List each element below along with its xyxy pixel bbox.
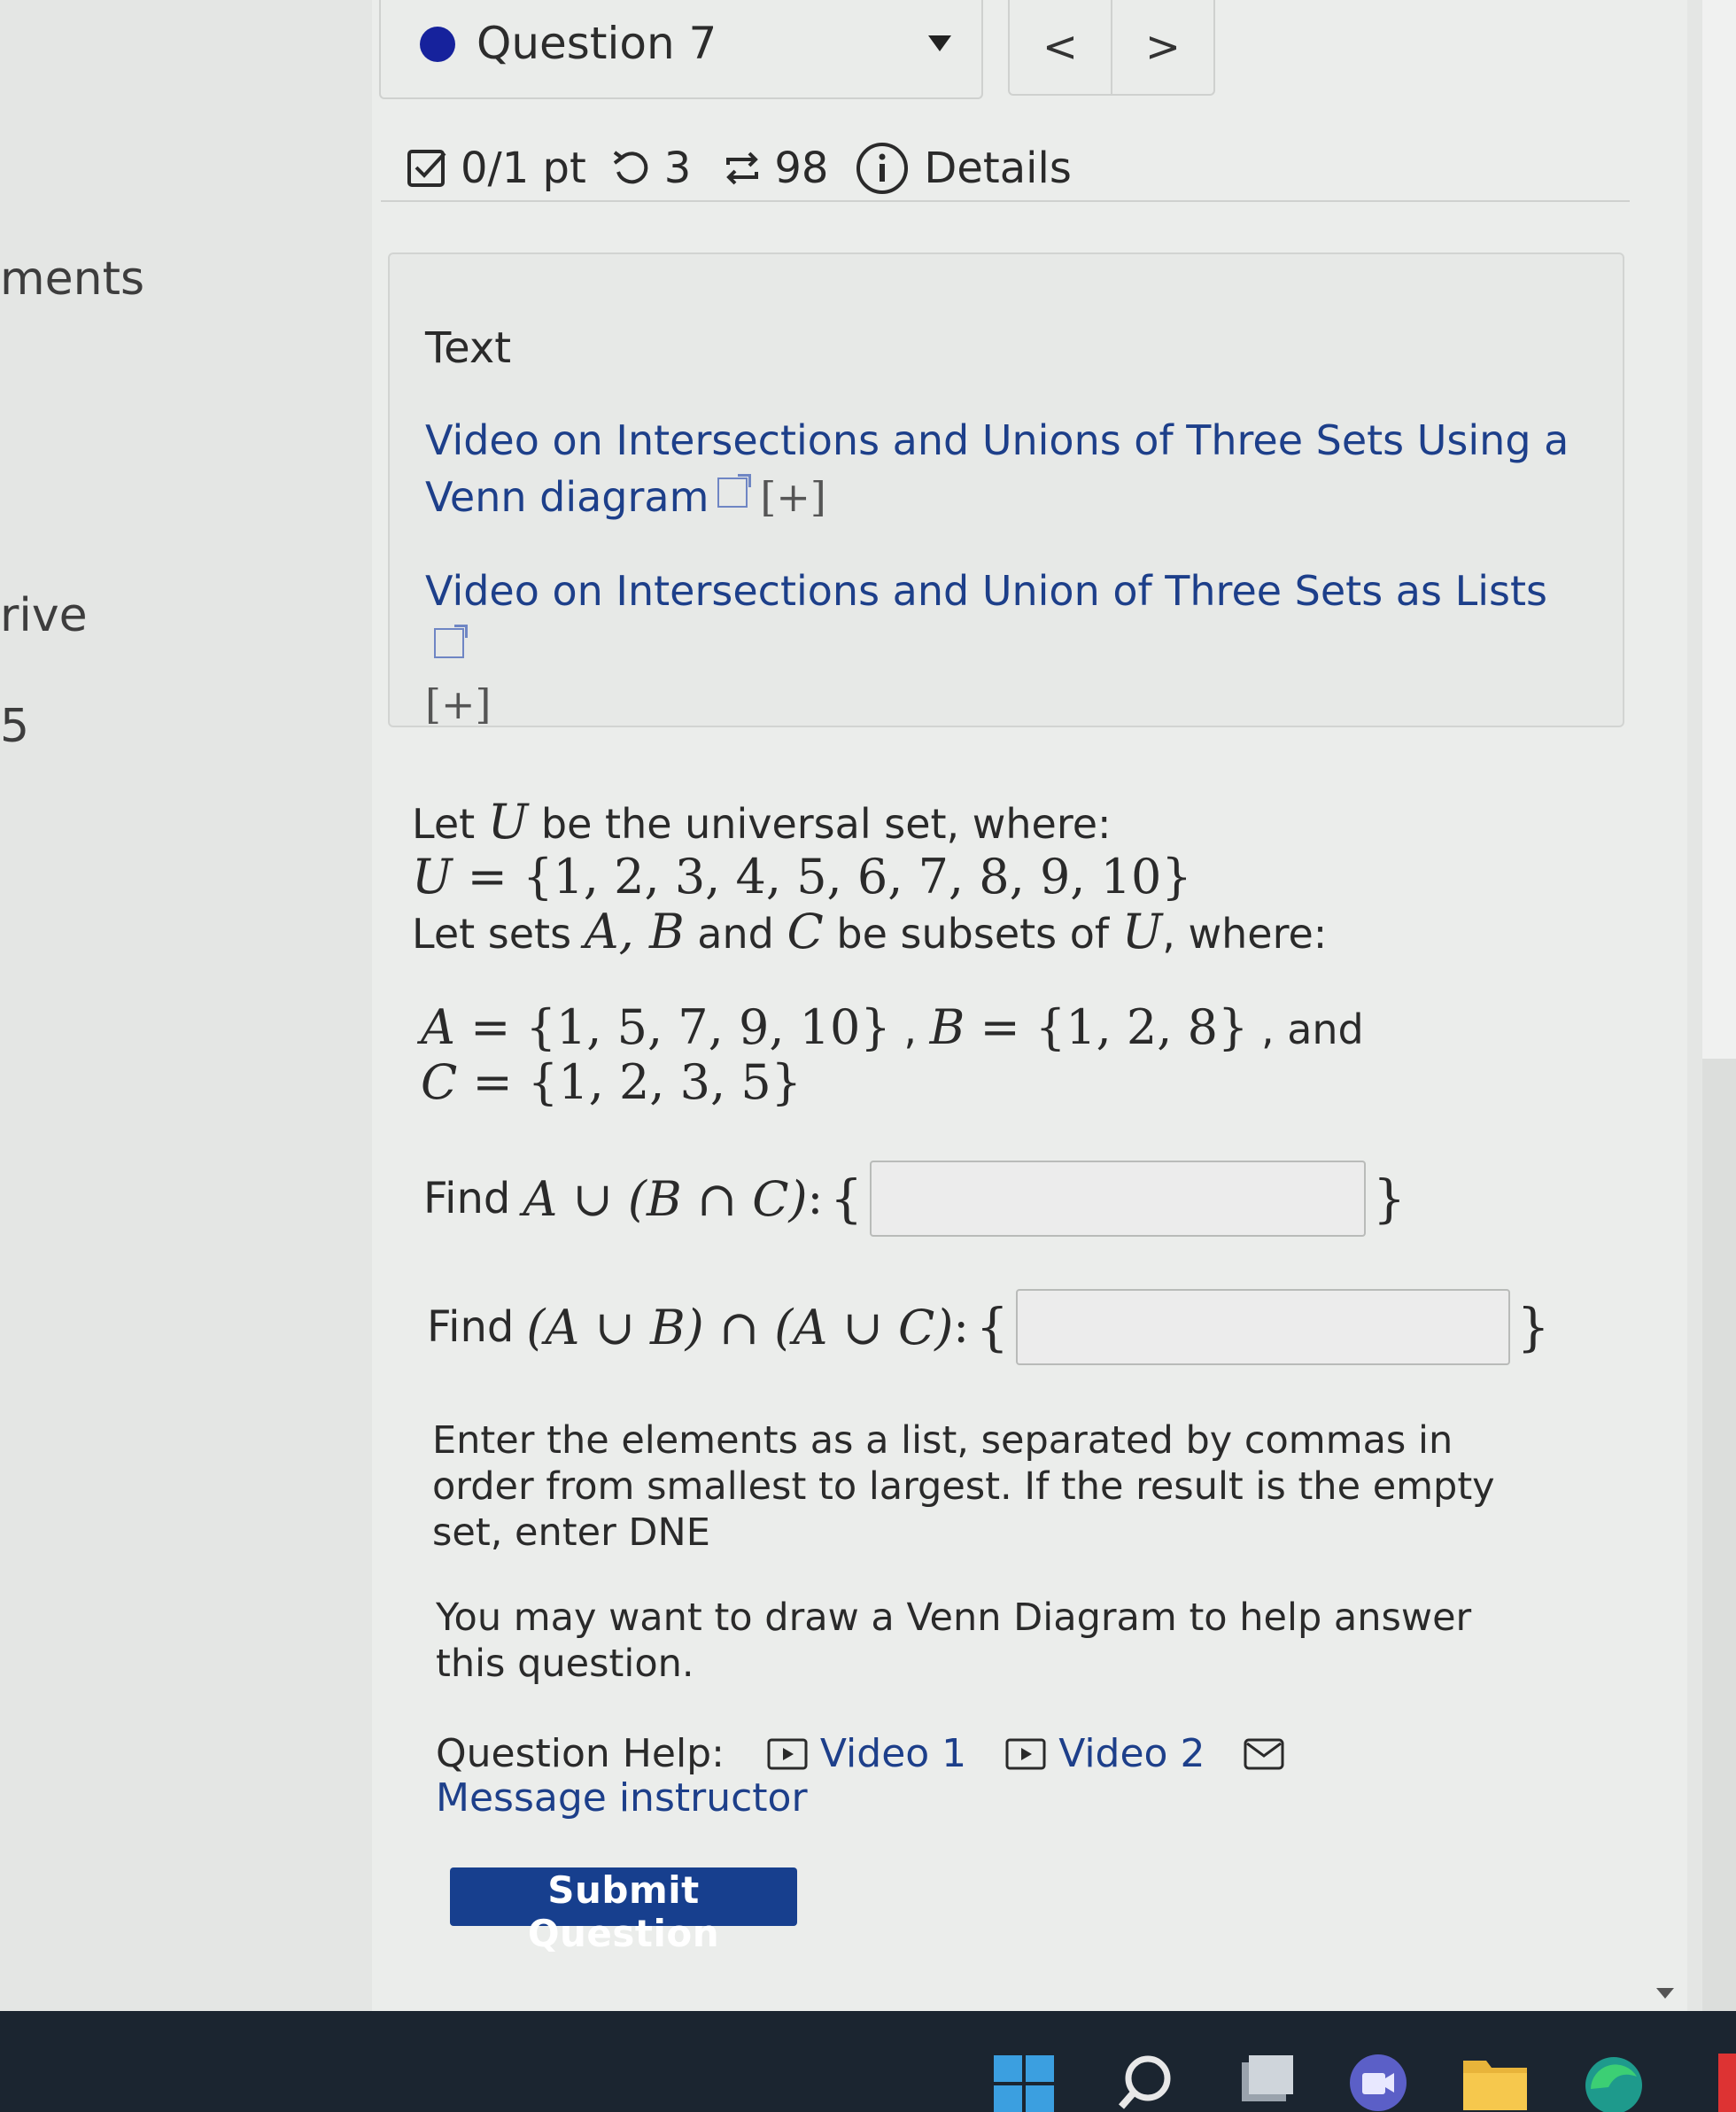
set-a: {1, 5, 7, 9, 10} bbox=[525, 999, 891, 1055]
answer-input-1[interactable] bbox=[870, 1161, 1367, 1237]
expand-toggle[interactable]: [+] bbox=[425, 680, 491, 728]
help-label: Question Help: bbox=[436, 1731, 725, 1776]
next-question-button[interactable]: > bbox=[1111, 0, 1215, 96]
set-c: {1, 2, 3, 5} bbox=[527, 1054, 802, 1110]
task-view-icon[interactable] bbox=[1240, 2054, 1295, 2112]
math-var: U bbox=[487, 794, 529, 850]
close-brace: } bbox=[1516, 1297, 1550, 1357]
store-icon[interactable] bbox=[1718, 2054, 1736, 2112]
math-var: U bbox=[412, 849, 453, 905]
text: Let sets bbox=[412, 910, 585, 958]
resources-title: Text bbox=[425, 323, 512, 373]
question-help: Question Help: Video 1 Video 2 Message i… bbox=[436, 1732, 1410, 1821]
equals: = bbox=[455, 999, 526, 1055]
status-dot-icon bbox=[420, 27, 455, 62]
attempts-count: 98 bbox=[774, 144, 829, 193]
equals: = bbox=[965, 999, 1035, 1055]
sidebar-item-drive[interactable]: rive bbox=[0, 589, 88, 642]
mail-icon bbox=[1244, 1738, 1284, 1770]
caret-down-icon bbox=[928, 35, 951, 51]
score-text: 0/1 pt bbox=[461, 144, 586, 193]
open-brace: { bbox=[830, 1169, 864, 1229]
math-var: A, B bbox=[584, 904, 685, 959]
text: be the universal set, where: bbox=[528, 800, 1112, 848]
text: , where: bbox=[1162, 910, 1328, 958]
sidebar-item-number: 5 bbox=[0, 700, 30, 753]
find2-expression: (A ∪ B) ∩ (A ∪ C) bbox=[526, 1299, 954, 1355]
open-brace: { bbox=[975, 1297, 1009, 1357]
resources-box: Text Video on Intersections and Unions o… bbox=[388, 252, 1624, 728]
set-a-var: A bbox=[421, 999, 455, 1055]
math-var: U bbox=[1121, 904, 1163, 959]
video-1-link[interactable]: Video 1 bbox=[767, 1731, 979, 1776]
scroll-down-icon[interactable] bbox=[1656, 1988, 1674, 1999]
set-b-var: B bbox=[929, 999, 965, 1055]
info-icon[interactable] bbox=[855, 141, 910, 196]
close-brace: } bbox=[1373, 1169, 1406, 1229]
video-link-lists[interactable]: Video on Intersections and Union of Thre… bbox=[425, 563, 1577, 733]
search-icon[interactable] bbox=[1114, 2054, 1176, 2112]
play-icon bbox=[767, 1738, 808, 1770]
message-instructor-label[interactable]: Message instructor bbox=[436, 1775, 808, 1821]
find-label: Find bbox=[427, 1302, 515, 1352]
external-link-icon bbox=[434, 625, 468, 658]
colon: : bbox=[807, 1172, 824, 1225]
text: and bbox=[684, 910, 787, 958]
play-icon bbox=[1005, 1738, 1046, 1770]
retries-count: 3 bbox=[663, 144, 692, 193]
set-c-var: C bbox=[421, 1054, 458, 1110]
file-explorer-icon[interactable] bbox=[1461, 2054, 1529, 2112]
text: Let bbox=[412, 800, 488, 848]
video-1-label[interactable]: Video 1 bbox=[820, 1731, 966, 1776]
status-row: 0/1 pt 3 98 Details bbox=[406, 133, 1072, 204]
checkbox-icon bbox=[406, 146, 450, 190]
equals: = bbox=[457, 1054, 528, 1110]
divider bbox=[381, 200, 1630, 202]
submit-question-button[interactable]: Submit Question bbox=[450, 1867, 797, 1955]
hint-text: You may want to draw a Venn Diagram to h… bbox=[436, 1596, 1472, 1686]
question-label: Question 7 bbox=[477, 18, 717, 69]
expand-toggle[interactable]: [+] bbox=[760, 473, 825, 521]
previous-question-button[interactable]: < bbox=[1008, 0, 1112, 96]
instructions-text: Enter the elements as a list, separated … bbox=[432, 1418, 1495, 1555]
question-selector[interactable]: Question 7 bbox=[379, 0, 983, 99]
video-2-link[interactable]: Video 2 bbox=[1005, 1731, 1217, 1776]
answer-input-2[interactable] bbox=[1015, 1289, 1510, 1365]
video-link-lists-text[interactable]: Video on Intersections and Union of Thre… bbox=[425, 567, 1547, 615]
set-definitions: A = {1, 5, 7, 9, 10} , B = {1, 2, 8} , a… bbox=[421, 999, 1364, 1110]
external-link-icon bbox=[717, 474, 752, 508]
attempts-icon bbox=[719, 145, 765, 191]
details-link[interactable]: Details bbox=[924, 144, 1071, 193]
retry-icon bbox=[609, 145, 655, 191]
universe-set: {1, 2, 3, 4, 5, 6, 7, 8, 9, 10} bbox=[523, 849, 1192, 905]
video-link-venn-text[interactable]: Video on Intersections and Unions of Thr… bbox=[425, 416, 1569, 521]
math-var: C bbox=[787, 904, 824, 959]
find-label: Find bbox=[423, 1174, 511, 1223]
video-link-venn[interactable]: Video on Intersections and Unions of Thr… bbox=[425, 412, 1577, 525]
answer-row-2: Find (A ∪ B) ∩ (A ∪ C) : { } bbox=[427, 1289, 1557, 1365]
teams-icon[interactable] bbox=[1346, 2054, 1410, 2112]
windows-start-icon[interactable] bbox=[992, 2054, 1056, 2112]
problem-intro: Let U be the universal set, where: U = {… bbox=[412, 796, 1327, 960]
video-2-label[interactable]: Video 2 bbox=[1058, 1731, 1205, 1776]
edge-browser-icon[interactable] bbox=[1582, 2054, 1646, 2112]
colon: : bbox=[953, 1301, 969, 1354]
answer-row-1: Find A ∪ (B ∩ C) : { } bbox=[423, 1161, 1413, 1237]
scrollbar-thumb[interactable] bbox=[1702, 0, 1736, 1059]
find1-expression: A ∪ (B ∩ C) bbox=[523, 1170, 808, 1227]
text: be subsets of bbox=[823, 910, 1122, 958]
sidebar-item-assignments[interactable]: ments bbox=[0, 252, 144, 306]
and-text: and bbox=[1287, 1006, 1364, 1053]
equals: = bbox=[452, 849, 523, 905]
set-b: {1, 2, 8} bbox=[1035, 999, 1249, 1055]
